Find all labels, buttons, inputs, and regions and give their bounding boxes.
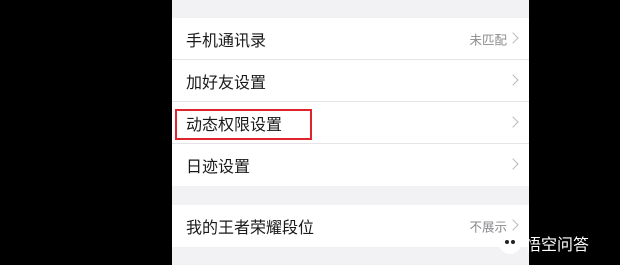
row-label: 我的王者荣耀段位 xyxy=(186,218,315,237)
watermark: 悟空问答 xyxy=(499,231,589,255)
add-friend-settings-row[interactable]: 加好友设置 xyxy=(172,60,529,102)
chevron-right-icon xyxy=(507,115,519,128)
settings-group-privacy: 手机通讯录 未匹配 加好友设置 动态权限设置 日迹设置 xyxy=(172,18,529,186)
chevron-right-icon xyxy=(507,73,519,86)
chevron-right-icon xyxy=(507,31,519,44)
daily-trace-settings-row[interactable]: 日迹设置 xyxy=(172,144,529,186)
chevron-right-icon xyxy=(507,158,519,170)
row-label: 手机通讯录 xyxy=(186,30,267,50)
chevron-right-icon xyxy=(507,219,519,231)
row-label: 加好友设置 xyxy=(186,72,267,92)
honor-of-kings-rank-row[interactable]: 我的王者荣耀段位 不展示 xyxy=(172,205,529,247)
row-value: 未匹配 xyxy=(469,32,507,47)
watermark-text: 悟空问答 xyxy=(525,235,590,254)
settings-group-game: 我的王者荣耀段位 不展示 xyxy=(172,205,529,247)
wukong-logo-icon xyxy=(499,232,521,254)
phone-contacts-row[interactable]: 手机通讯录 未匹配 xyxy=(172,18,529,60)
row-label: 日迹设置 xyxy=(186,157,251,176)
highlight-box xyxy=(175,109,312,140)
